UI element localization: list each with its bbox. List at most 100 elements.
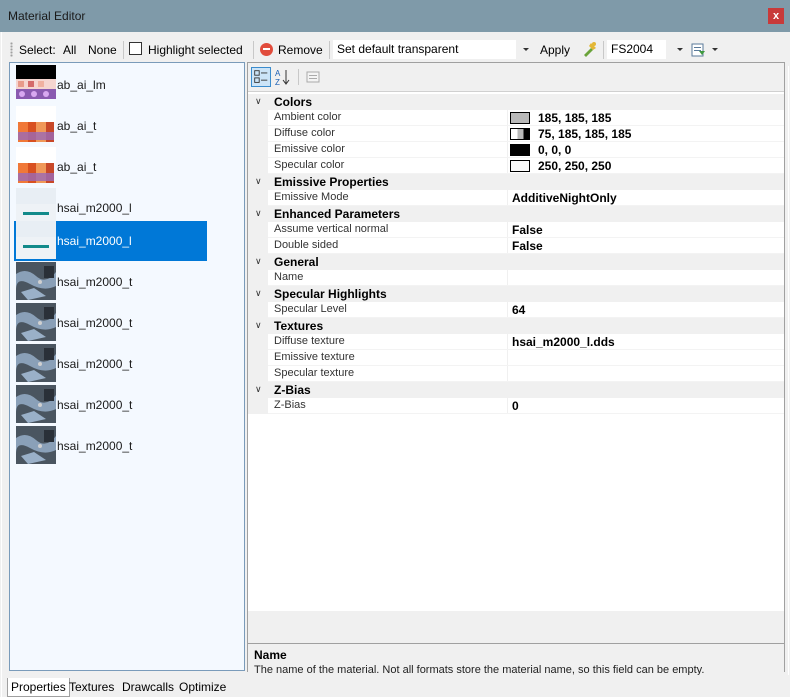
color-swatch — [510, 144, 530, 156]
material-list[interactable]: ab_ai_lm ab_ai_t ab_ai_t hsai_m2000_l hsai_m… — [9, 62, 245, 671]
property-pages-icon[interactable] — [303, 67, 323, 87]
material-label: hsai_m2000_l — [57, 234, 132, 248]
column-divider[interactable] — [507, 110, 508, 126]
format-combo[interactable]: FS2004 — [607, 40, 666, 59]
property-category[interactable]: ∨ Textures — [248, 318, 784, 334]
property-value[interactable]: 75, 185, 185, 185 — [538, 127, 631, 141]
column-divider[interactable] — [507, 190, 508, 206]
row-line — [268, 413, 784, 414]
chevron-down-icon[interactable] — [677, 48, 683, 51]
tab-textures[interactable]: Textures — [66, 678, 117, 697]
apply-icon[interactable] — [582, 41, 598, 57]
category-label: Z-Bias — [274, 383, 311, 397]
color-swatch — [510, 128, 530, 140]
property-row[interactable]: Emissive texture — [248, 350, 784, 366]
property-value[interactable]: 0, 0, 0 — [538, 143, 571, 157]
property-value[interactable]: hsai_m2000_l.dds — [512, 335, 615, 349]
property-category[interactable]: ∨ Colors — [248, 94, 784, 110]
property-row[interactable]: Diffuse texture hsai_m2000_l.dds — [248, 334, 784, 350]
column-divider[interactable] — [507, 158, 508, 174]
property-row[interactable]: Emissive Mode AdditiveNightOnly — [248, 190, 784, 206]
highlight-selected-label[interactable]: Highlight selected — [148, 42, 243, 58]
svg-text:Z: Z — [275, 78, 280, 87]
chevron-down-icon[interactable]: ∨ — [255, 176, 262, 187]
property-value[interactable]: 0 — [512, 399, 519, 413]
apply-button[interactable]: Apply — [540, 42, 570, 58]
property-value[interactable]: 250, 250, 250 — [538, 159, 611, 173]
toolbar-separator — [253, 41, 254, 59]
remove-icon[interactable] — [260, 43, 273, 56]
property-row[interactable]: Ambient color 185, 185, 185 — [248, 110, 784, 126]
chevron-down-icon[interactable]: ∨ — [255, 208, 262, 219]
row-gutter — [248, 110, 268, 126]
column-divider[interactable] — [507, 334, 508, 350]
material-item[interactable]: hsai_m2000_t — [14, 303, 207, 343]
toolbar-grip[interactable] — [10, 42, 13, 57]
material-item[interactable]: ab_ai_lm — [14, 65, 207, 105]
property-value[interactable]: False — [512, 223, 543, 237]
export-icon[interactable] — [691, 42, 706, 57]
alphabetical-sort-icon[interactable]: A Z — [273, 67, 293, 87]
property-row[interactable]: Diffuse color 75, 185, 185, 185 — [248, 126, 784, 142]
column-divider[interactable] — [507, 142, 508, 158]
chevron-down-icon[interactable]: ∨ — [255, 256, 262, 267]
material-item[interactable]: hsai_m2000_t — [14, 426, 207, 466]
material-item[interactable]: hsai_m2000_t — [14, 344, 207, 384]
select-none-button[interactable]: None — [88, 42, 117, 58]
column-divider[interactable] — [507, 238, 508, 254]
property-row[interactable]: Z-Bias 0 — [248, 398, 784, 414]
property-value[interactable]: AdditiveNightOnly — [512, 191, 617, 205]
material-item[interactable]: hsai_m2000_t — [14, 262, 207, 302]
chevron-down-icon[interactable]: ∨ — [255, 384, 262, 395]
column-divider[interactable] — [507, 366, 508, 382]
property-category[interactable]: ∨ Specular Highlights — [248, 286, 784, 302]
category-label: Emissive Properties — [274, 175, 389, 189]
material-thumbnail — [16, 106, 56, 144]
tab-drawcalls[interactable]: Drawcalls — [119, 678, 177, 697]
property-category[interactable]: ∨ General — [248, 254, 784, 270]
row-gutter — [248, 350, 268, 366]
property-name: Name — [274, 271, 304, 283]
property-row[interactable]: Double sided False — [248, 238, 784, 254]
chevron-down-icon[interactable] — [712, 48, 718, 51]
column-divider[interactable] — [507, 350, 508, 366]
material-item[interactable]: hsai_m2000_l — [14, 221, 207, 261]
property-name: Double sided — [274, 239, 339, 251]
chevron-down-icon[interactable]: ∨ — [255, 288, 262, 299]
property-row[interactable]: Specular texture — [248, 366, 784, 382]
property-category[interactable]: ∨ Enhanced Parameters — [248, 206, 784, 222]
property-value[interactable]: 185, 185, 185 — [538, 111, 611, 125]
column-divider[interactable] — [507, 398, 508, 414]
property-value[interactable]: 64 — [512, 303, 525, 317]
property-row[interactable]: Specular Level 64 — [248, 302, 784, 318]
column-divider[interactable] — [507, 222, 508, 238]
property-row[interactable]: Emissive color 0, 0, 0 — [248, 142, 784, 158]
row-gutter — [248, 270, 268, 286]
property-category[interactable]: ∨ Emissive Properties — [248, 174, 784, 190]
property-row[interactable]: Assume vertical normal False — [248, 222, 784, 238]
select-all-button[interactable]: All — [63, 42, 76, 58]
transparency-combo[interactable]: Set default transparent — [333, 40, 516, 59]
material-thumbnail — [16, 147, 56, 185]
categorized-view-icon[interactable] — [251, 67, 271, 87]
column-divider[interactable] — [507, 302, 508, 318]
property-category[interactable]: ∨ Z-Bias — [248, 382, 784, 398]
remove-button[interactable]: Remove — [278, 42, 323, 58]
column-divider[interactable] — [507, 270, 508, 286]
property-name: Specular Level — [274, 303, 347, 315]
property-row[interactable]: Name — [248, 270, 784, 286]
highlight-selected-checkbox[interactable] — [129, 42, 142, 55]
chevron-down-icon[interactable]: ∨ — [255, 320, 262, 331]
material-item[interactable]: ab_ai_t — [14, 147, 207, 187]
property-row[interactable]: Specular color 250, 250, 250 — [248, 158, 784, 174]
tab-properties[interactable]: Properties — [7, 678, 70, 697]
property-value[interactable]: False — [512, 239, 543, 253]
column-divider[interactable] — [507, 126, 508, 142]
close-button[interactable]: x — [768, 8, 784, 24]
tab-optimize[interactable]: Optimize — [176, 678, 229, 697]
material-item[interactable]: hsai_m2000_t — [14, 385, 207, 425]
material-item[interactable]: ab_ai_t — [14, 106, 207, 146]
property-grid[interactable]: ∨ Colors Ambient color 185, 185, 185 Diffuse… — [248, 91, 784, 611]
chevron-down-icon[interactable] — [523, 48, 529, 51]
chevron-down-icon[interactable]: ∨ — [255, 96, 262, 107]
